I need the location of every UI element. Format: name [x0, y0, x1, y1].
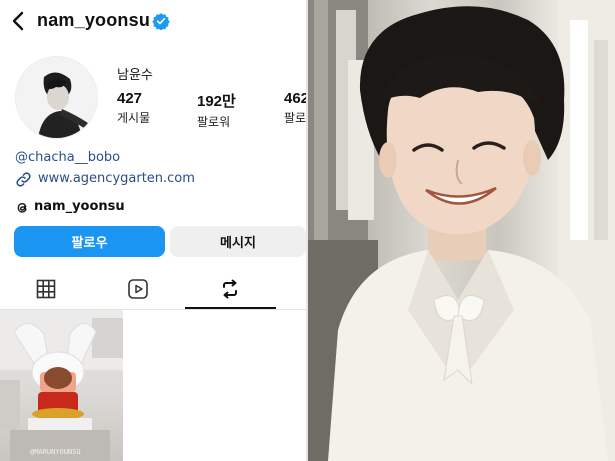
stat-followers-label: 팔로워 [197, 115, 231, 129]
stat-following-label: 팔로 [284, 111, 306, 125]
avatar-photo [16, 57, 97, 138]
follow-button[interactable]: 팔로우 [14, 226, 165, 257]
threads-icon [17, 202, 27, 213]
tab-reposts[interactable] [215, 276, 245, 302]
stat-following-count: 462 [284, 90, 306, 107]
reels-icon [128, 279, 148, 299]
tab-posts-grid[interactable] [31, 276, 61, 302]
selfie-image [308, 0, 615, 461]
thumbnail-watermark: @MARUNYOUNSU [30, 448, 81, 456]
active-tab-indicator [185, 307, 276, 309]
stat-posts-label: 게시물 [117, 111, 151, 125]
back-arrow-icon[interactable] [8, 10, 30, 32]
stat-posts[interactable]: 427 게시물 [117, 90, 150, 126]
threads-handle-link[interactable]: nam_yoonsu [34, 199, 125, 214]
link-icon [16, 172, 31, 187]
repost-thumbnail-image [0, 310, 123, 461]
stat-posts-count: 427 [117, 90, 143, 107]
bio-mention-link[interactable]: @chacha__bobo [15, 150, 120, 165]
profile-panel: nam_yoonsu 남윤수 427 게시물 192만 팔로워 462 팔로 @… [0, 0, 306, 461]
stat-followers[interactable]: 192만 팔로워 [197, 90, 236, 130]
verified-badge-icon [152, 13, 170, 30]
reposts-icon [223, 279, 237, 299]
profile-display-name: 남윤수 [117, 68, 153, 83]
selfie-photo [308, 0, 615, 461]
website-link[interactable]: www.agencygarten.com [38, 171, 195, 186]
grid-icon [36, 279, 56, 299]
repost-thumbnail[interactable]: @MARUNYOUNSU [0, 310, 123, 461]
stat-following[interactable]: 462 팔로 [284, 90, 306, 126]
profile-avatar[interactable] [15, 56, 98, 139]
profile-username-header: nam_yoonsu [37, 10, 151, 30]
tab-reels[interactable] [123, 276, 153, 302]
message-button[interactable]: 메시지 [170, 226, 306, 257]
stat-followers-count: 192만 [197, 93, 236, 110]
